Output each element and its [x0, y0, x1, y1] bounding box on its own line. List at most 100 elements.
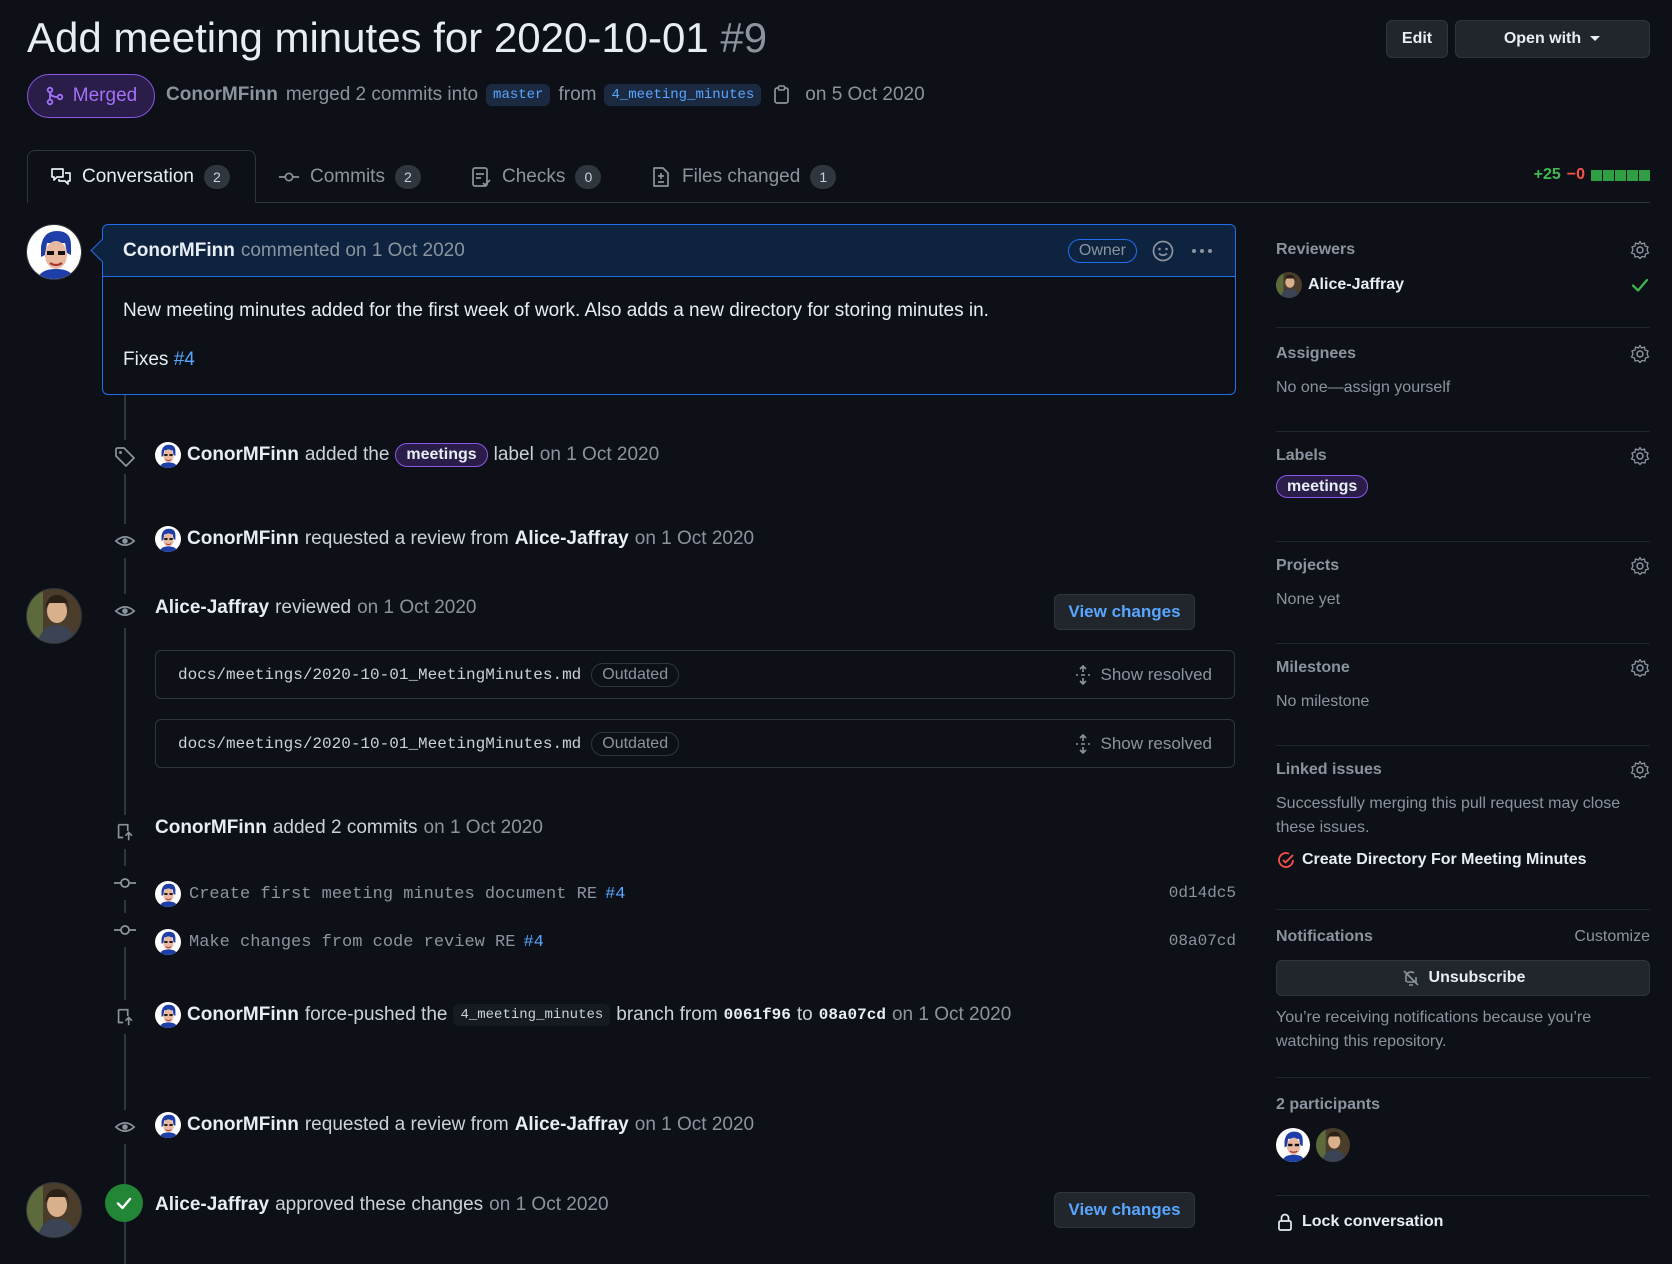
comment-meta[interactable]: commented on 1 Oct 2020 [241, 240, 465, 262]
customize-link[interactable]: Customize [1574, 928, 1650, 946]
commit-sha[interactable]: 0d14dc5 [1169, 884, 1236, 902]
eye-event-icon-wrap [108, 524, 142, 558]
tab-checks-count: 0 [575, 164, 602, 189]
event-date[interactable]: on 1 Oct 2020 [489, 1194, 608, 1216]
event-author[interactable]: Alice-Jaffray [155, 597, 269, 619]
avatar[interactable] [155, 929, 181, 955]
event-author[interactable]: ConorMFinn [187, 444, 299, 466]
merge-author[interactable]: ConorMFinn [166, 84, 278, 106]
avatar[interactable] [1276, 272, 1302, 298]
reviewer-name[interactable]: Alice-Jaffray [515, 1114, 629, 1136]
branch-chip[interactable]: 4_meeting_minutes [453, 1004, 611, 1026]
base-branch[interactable]: master [486, 84, 551, 106]
sidebar-heading[interactable]: Reviewers [1276, 240, 1650, 260]
copy-icon[interactable] [773, 85, 791, 105]
commit-issue-link[interactable]: #4 [605, 885, 625, 904]
commit-sha[interactable]: 08a07cd [1169, 932, 1236, 950]
event-text: requested a review from [304, 528, 509, 549]
gear-icon[interactable] [1630, 760, 1650, 780]
label-pill[interactable]: meetings [395, 443, 488, 467]
view-changes-button[interactable]: View changes [1054, 594, 1195, 630]
comment-author[interactable]: ConorMFinn [123, 240, 235, 262]
smiley-icon[interactable] [1151, 239, 1175, 263]
avatar[interactable] [155, 526, 181, 552]
sidebar-heading[interactable]: Linked issues [1276, 760, 1650, 780]
review-file-path[interactable]: docs/meetings/2020-10-01_MeetingMinutes.… [178, 735, 581, 753]
eye-event-icon-wrap [108, 594, 142, 628]
avatar[interactable] [26, 1182, 82, 1238]
commits-added-event: ConorMFinn added 2 commits on 1 Oct 2020 [155, 817, 543, 839]
label-pill[interactable]: meetings [1276, 475, 1369, 498]
issue-closed-icon [1278, 852, 1294, 868]
linked-issue-title[interactable]: Create Directory For Meeting Minutes [1302, 851, 1587, 869]
participants-title: 2 participants [1276, 1096, 1381, 1113]
show-resolved-button[interactable]: Show resolved [1074, 733, 1212, 754]
issue-link[interactable]: #4 [174, 349, 195, 370]
tab-commits-label: Commits [310, 165, 385, 187]
tab-conversation[interactable]: Conversation 2 [27, 150, 256, 203]
event-author[interactable]: ConorMFinn [187, 1004, 299, 1026]
commit-icon-wrap [108, 866, 142, 900]
tab-checks[interactable]: Checks 0 [448, 150, 623, 203]
notifications-desc: You’re receiving notifications because y… [1276, 1009, 1592, 1050]
event-date[interactable]: on 1 Oct 2020 [357, 597, 476, 619]
event-date[interactable]: on 1 Oct 2020 [540, 444, 659, 466]
tab-commits-count: 2 [394, 164, 421, 189]
avatar[interactable] [1276, 1128, 1310, 1162]
diff-block [1603, 169, 1614, 181]
avatar[interactable] [26, 588, 82, 644]
owner-badge: Owner [1067, 238, 1137, 263]
show-resolved-button[interactable]: Show resolved [1074, 664, 1212, 685]
event-date[interactable]: on 1 Oct 2020 [635, 528, 754, 550]
avatar[interactable] [155, 442, 181, 468]
event-author[interactable]: Alice-Jaffray [155, 1194, 269, 1216]
edit-label: Edit [1401, 30, 1433, 47]
commit-message[interactable]: Make changes from code review RE [189, 933, 515, 952]
comment-text: New meeting minutes added for the first … [123, 300, 989, 321]
gear-icon[interactable] [1630, 446, 1650, 466]
avatar[interactable] [26, 224, 82, 280]
sidebar-heading[interactable]: Projects [1276, 556, 1650, 576]
fixes-word: Fixes [123, 348, 169, 370]
sidebar-heading[interactable]: Assignees [1276, 344, 1650, 364]
event-date[interactable]: on 1 Oct 2020 [635, 1114, 754, 1136]
gear-icon[interactable] [1630, 658, 1650, 678]
view-changes-button[interactable]: View changes [1054, 1192, 1195, 1228]
commit-message[interactable]: Create first meeting minutes document RE [189, 885, 597, 904]
lock-conversation-button[interactable]: Lock conversation [1276, 1212, 1650, 1232]
event-author[interactable]: ConorMFinn [187, 1114, 299, 1136]
linked-issue[interactable]: Create Directory For Meeting Minutes [1276, 850, 1650, 870]
kebab-horizontal-icon[interactable] [1189, 239, 1215, 263]
open-with-button[interactable]: Open with [1455, 20, 1650, 58]
gear-icon[interactable] [1630, 556, 1650, 576]
repo-push-icon [114, 1006, 136, 1028]
tab-files-changed[interactable]: Files changed 1 [628, 150, 858, 203]
avatar[interactable] [1316, 1128, 1350, 1162]
gear-icon[interactable] [1630, 240, 1650, 260]
event-date[interactable]: on 1 Oct 2020 [424, 817, 543, 839]
commit-issue-link[interactable]: #4 [523, 933, 543, 952]
to-sha[interactable]: 08a07cd [819, 1006, 886, 1024]
tab-commits[interactable]: Commits 2 [256, 150, 443, 203]
avatar[interactable] [155, 1112, 181, 1138]
reviewer-name[interactable]: Alice-Jaffray [1308, 276, 1404, 294]
avatar[interactable] [155, 1002, 181, 1028]
sidebar-heading[interactable]: Labels [1276, 446, 1650, 466]
event-date[interactable]: on 1 Oct 2020 [892, 1004, 1011, 1026]
reviewer-name[interactable]: Alice-Jaffray [515, 528, 629, 550]
unsubscribe-button[interactable]: Unsubscribe [1276, 960, 1650, 996]
from-sha[interactable]: 0061f96 [724, 1006, 791, 1024]
gear-icon[interactable] [1630, 344, 1650, 364]
review-thread-file[interactable]: docs/meetings/2020-10-01_MeetingMinutes.… [155, 650, 1235, 699]
head-branch[interactable]: 4_meeting_minutes [604, 84, 762, 106]
sidebar-heading[interactable]: Milestone [1276, 658, 1650, 678]
edit-button[interactable]: Edit [1386, 20, 1448, 58]
sidebar-notifications: Notifications Customize Unsubscribe You’… [1276, 928, 1650, 1078]
reviewers-title: Reviewers [1276, 241, 1356, 258]
review-thread-file[interactable]: docs/meetings/2020-10-01_MeetingMinutes.… [155, 719, 1235, 768]
review-file-path[interactable]: docs/meetings/2020-10-01_MeetingMinutes.… [178, 666, 581, 684]
event-author[interactable]: ConorMFinn [187, 528, 299, 550]
avatar[interactable] [155, 881, 181, 907]
assignees-value[interactable]: No one—assign yourself [1276, 376, 1650, 400]
event-author[interactable]: ConorMFinn [155, 817, 267, 839]
